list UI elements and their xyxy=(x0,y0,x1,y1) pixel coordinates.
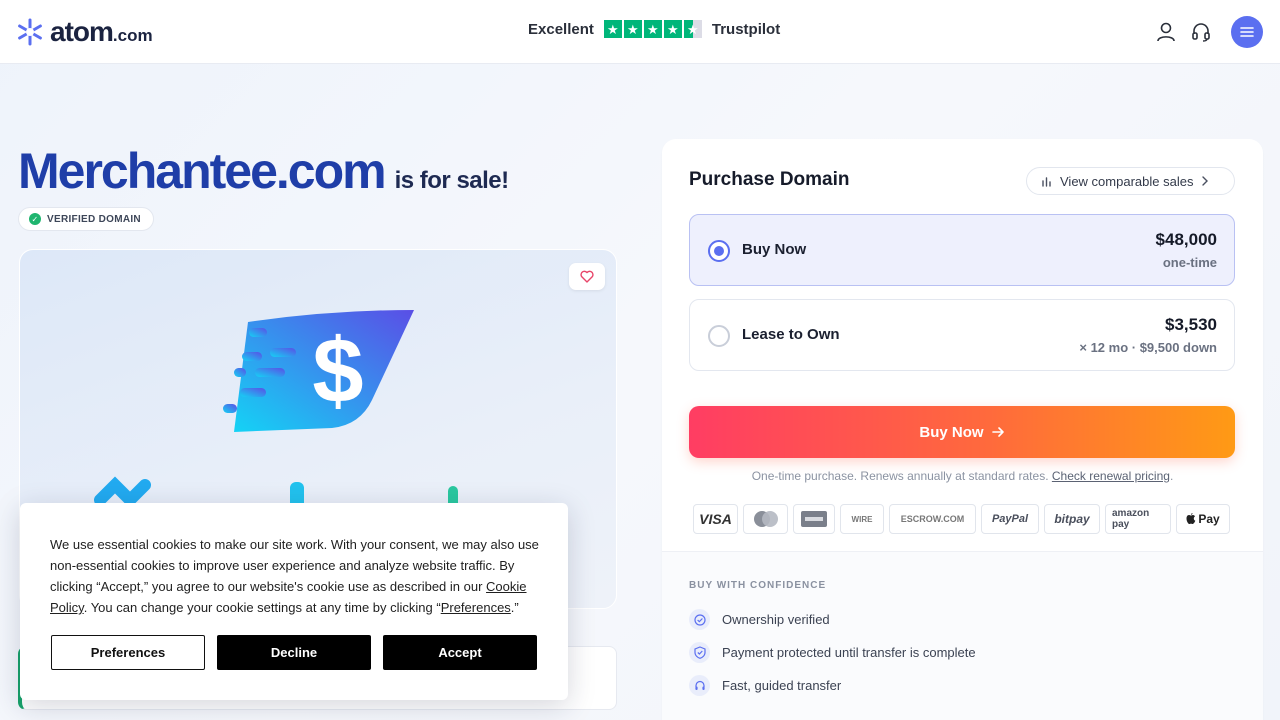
option-label: Buy Now xyxy=(742,241,807,258)
buy-now-label: Buy Now xyxy=(919,423,984,441)
cookie-actions: Preferences Decline Accept xyxy=(51,635,537,670)
cookie-message: We use essential cookies to make our sit… xyxy=(50,537,539,615)
option-lease-to-own[interactable]: Lease to Own $3,530 × 12 mo · $9,500 dow… xyxy=(689,299,1235,371)
accept-button[interactable]: Accept xyxy=(383,635,537,670)
wire-icon: WIRE xyxy=(840,504,884,534)
headset-icon xyxy=(689,675,710,696)
option-subtext: × 12 mo · $9,500 down xyxy=(1079,340,1217,355)
bar-chart-icon xyxy=(1042,176,1051,187)
option-subtext: one-time xyxy=(1162,255,1217,270)
renewal-pricing-link[interactable]: Check renewal pricing xyxy=(1052,469,1170,483)
paypal-icon: PayPal xyxy=(981,504,1039,534)
svg-text:$: $ xyxy=(312,320,363,422)
confidence-item: Payment protected until transfer is comp… xyxy=(689,642,976,663)
trust-rating-label: Excellent xyxy=(528,20,594,38)
star-icon: ★ xyxy=(603,20,622,38)
confidence-item: Ownership verified xyxy=(689,609,830,630)
arrow-right-icon xyxy=(991,427,1004,437)
option-price: $3,530 xyxy=(1165,315,1217,334)
site-header: atom.com Excellent ★ ★ ★ ★ ★ Trustpilot xyxy=(0,0,1280,64)
payment-methods: VISA WIRE ESCROW.COM PayPal bitpay amazo… xyxy=(693,504,1230,534)
verified-check-icon xyxy=(689,609,710,630)
atom-star-icon xyxy=(18,18,42,46)
half-star-icon: ★ xyxy=(683,20,702,38)
user-icon[interactable] xyxy=(1155,21,1177,43)
chevron-right-icon xyxy=(1202,176,1209,186)
trustpilot-name: Trustpilot xyxy=(711,20,781,38)
purchase-title: Purchase Domain xyxy=(689,169,850,190)
hamburger-icon xyxy=(1240,27,1254,37)
purchase-panel: Purchase Domain View comparable sales Bu… xyxy=(662,139,1263,720)
preferences-button[interactable]: Preferences xyxy=(51,635,205,670)
headset-icon[interactable] xyxy=(1190,21,1212,43)
shield-check-icon xyxy=(689,642,710,663)
for-sale-text: is for sale! xyxy=(394,167,510,194)
escrow-icon: ESCROW.COM xyxy=(889,504,976,534)
verified-domain-badge: ✓ VERIFIED DOMAIN xyxy=(18,207,154,231)
visa-icon: VISA xyxy=(693,504,738,534)
decline-button[interactable]: Decline xyxy=(217,635,371,670)
comparable-sales-button[interactable]: View comparable sales xyxy=(1026,167,1235,195)
radio-lease-to-own[interactable] xyxy=(708,325,730,347)
option-price: $48,000 xyxy=(1155,230,1217,249)
atom-logo[interactable]: atom.com xyxy=(16,16,153,48)
amex-icon xyxy=(793,504,835,534)
radio-buy-now[interactable] xyxy=(708,240,730,262)
domain-name: Merchantee.com xyxy=(18,143,387,199)
star-icon: ★ xyxy=(643,20,662,38)
star-icon: ★ xyxy=(663,20,682,38)
mastercard-icon xyxy=(743,504,788,534)
buy-now-button[interactable]: Buy Now xyxy=(689,406,1235,458)
confidence-title: BUY WITH CONFIDENCE xyxy=(689,580,827,591)
purchase-note: One-time purchase. Renews annually at st… xyxy=(751,469,1174,483)
cookie-banner: We use essential cookies to make our sit… xyxy=(20,503,568,700)
star-icon: ★ xyxy=(623,20,642,38)
comparable-sales-label: View comparable sales xyxy=(1060,173,1194,189)
option-buy-now[interactable]: Buy Now $48,000 one-time xyxy=(689,214,1235,286)
trustpilot-rating[interactable]: Excellent ★ ★ ★ ★ ★ Trustpilot xyxy=(528,20,780,38)
hero-title: Merchantee.com is for sale! xyxy=(18,142,509,200)
option-label: Lease to Own xyxy=(742,326,840,343)
preferences-link[interactable]: Preferences xyxy=(441,600,511,615)
apple-pay-icon: Pay xyxy=(1176,504,1230,534)
trust-stars: ★ ★ ★ ★ ★ xyxy=(603,20,702,38)
verified-label: VERIFIED DOMAIN xyxy=(47,213,141,225)
logo-text: atom.com xyxy=(50,16,153,47)
confidence-item: Fast, guided transfer xyxy=(689,675,841,696)
bitpay-icon: bitpay xyxy=(1044,504,1100,534)
check-icon: ✓ xyxy=(29,213,41,225)
amazon-pay-icon: amazon pay xyxy=(1105,504,1171,534)
menu-button[interactable] xyxy=(1231,16,1263,48)
